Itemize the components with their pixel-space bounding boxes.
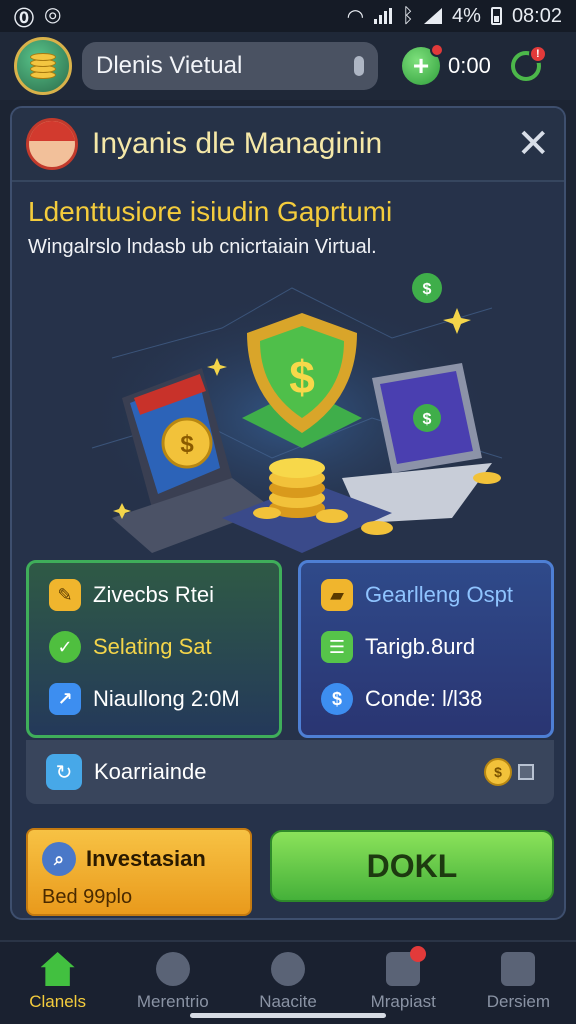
nav-item-settings[interactable]: Merentrio [115, 942, 230, 1024]
wifi-icon: ◠ [346, 5, 365, 28]
home-indicator[interactable] [190, 1013, 386, 1018]
nav-label: Clanels [29, 992, 86, 1011]
gold-bar-icon: ▰ [321, 579, 353, 611]
wallet: + 0:00 [402, 43, 491, 85]
stat-label: Zivecbs Rtei [93, 582, 215, 607]
list-icon: ☰ [321, 631, 353, 663]
document-icon [386, 946, 427, 986]
app-icon-1: ⓪ [14, 7, 34, 30]
nav-item-explore[interactable]: Naacite [230, 942, 345, 1024]
gear-icon [155, 952, 190, 986]
notification-badge: ! [528, 45, 547, 63]
option-label: Koarriainde [94, 759, 207, 784]
management-panel: Inyanis dle Managinin ✕ Ldenttusiore isi… [10, 106, 566, 920]
home-icon [40, 952, 75, 986]
search-bar[interactable]: Dlenis Vietual [82, 42, 378, 90]
stat-row: ✎ Zivecbs Rtei [29, 569, 279, 621]
stat-label: Gearlleng Ospt [365, 582, 513, 607]
stat-row: ☰ Tarigb.8urd [301, 621, 551, 673]
nav-label: Naacite [259, 992, 317, 1011]
chart-icon [501, 952, 536, 986]
clock: 08:02 [511, 4, 562, 27]
stats-card-right[interactable]: ▰ Gearlleng Ospt ☰ Tarigb.8urd $ Conde: … [298, 560, 554, 738]
svg-text:$: $ [289, 351, 315, 403]
mascot-avatar-icon [26, 118, 78, 170]
nav-item-stats[interactable]: Dersiem [461, 942, 576, 1024]
alert-dot [430, 43, 444, 57]
status-left-icons: ⓪ ◎ [14, 2, 61, 31]
investment-illustration: $ $ $ $ [82, 273, 503, 553]
invest-title-row: ⌕ Investasian [42, 842, 236, 876]
avatar[interactable] [14, 37, 72, 95]
dollar-circle-icon: $ [321, 683, 353, 715]
signal-icon [374, 8, 393, 24]
stat-label: Selating Sat [93, 634, 212, 659]
bottom-nav: Clanels Merentrio Naacite Mrapiast Dersi… [0, 940, 576, 1024]
panel-subtitle: Ldenttusiore isiudin Gaprtumi [28, 196, 393, 227]
nav-label: Mrapiast [370, 992, 436, 1011]
chart-icon: ↗ [49, 683, 81, 715]
nav-label: Merentrio [136, 992, 209, 1011]
primary-action-button[interactable]: DOKL [270, 830, 554, 902]
invest-subtitle: Bed 99plo [42, 886, 133, 908]
balance-value: 0:00 [448, 53, 491, 78]
nav-badge [410, 946, 427, 962]
compass-icon [271, 952, 305, 986]
check-circle-icon: ✓ [49, 631, 81, 663]
mic-icon[interactable] [354, 56, 364, 76]
battery-icon [490, 7, 502, 25]
signal-strength-icon [424, 8, 443, 24]
coin-stack-icon [28, 51, 58, 81]
add-funds-button[interactable]: + [402, 43, 444, 85]
option-controls: $ [484, 758, 534, 786]
invest-button[interactable]: ⌕ Investasian Bed 99plo [26, 828, 252, 916]
magnifier-icon: ⌕ [42, 842, 76, 876]
pencil-badge-icon: ✎ [49, 579, 81, 611]
nav-item-home[interactable]: Clanels [0, 942, 115, 1024]
bluetooth-icon: ᛒ [402, 4, 415, 27]
battery-percent: 4% [452, 4, 481, 27]
stat-row: $ Conde: l/l38 [301, 673, 551, 725]
panel-description: Wingalrslo lndasb ub cnicrtaiain Virtual… [28, 236, 377, 258]
stats-card-left[interactable]: ✎ Zivecbs Rtei ✓ Selating Sat ↗ Niaullon… [26, 560, 282, 738]
app-bar: Dlenis Vietual + 0:00 ! [0, 32, 576, 100]
notification-button[interactable]: ! [510, 45, 547, 81]
stat-label: Conde: l/l38 [365, 686, 483, 711]
status-bar: ⓪ ◎ ◠ ᛒ 4% 08:02 [0, 0, 576, 32]
refresh-check-icon: ↻ [46, 754, 82, 790]
nav-item-reports[interactable]: Mrapiast [346, 942, 461, 1024]
panel-title: Inyanis dle Managinin [92, 127, 383, 160]
svg-text:$: $ [180, 431, 194, 458]
nav-label: Dersiem [486, 992, 551, 1011]
option-row[interactable]: ↻ Koarriainde $ [26, 740, 554, 804]
stat-row: ↗ Niaullong 2:0M [29, 673, 279, 725]
svg-text:$: $ [423, 411, 432, 428]
search-text: Dlenis Vietual [96, 52, 243, 79]
stat-row: ▰ Gearlleng Ospt [301, 569, 551, 621]
stat-label: Niaullong 2:0M [93, 686, 240, 711]
stat-label: Tarigb.8urd [365, 634, 476, 659]
status-right: ◠ ᛒ 4% 08:02 [347, 4, 562, 29]
option-checkbox[interactable] [518, 764, 534, 780]
app-icon-2: ◎ [44, 3, 62, 26]
panel-header: Inyanis dle Managinin ✕ [12, 108, 564, 182]
invest-title: Investasian [86, 846, 206, 871]
stat-row: ✓ Selating Sat [29, 621, 279, 673]
coin-icon: $ [484, 758, 512, 786]
svg-text:$: $ [423, 281, 432, 298]
close-icon[interactable]: ✕ [516, 124, 550, 164]
